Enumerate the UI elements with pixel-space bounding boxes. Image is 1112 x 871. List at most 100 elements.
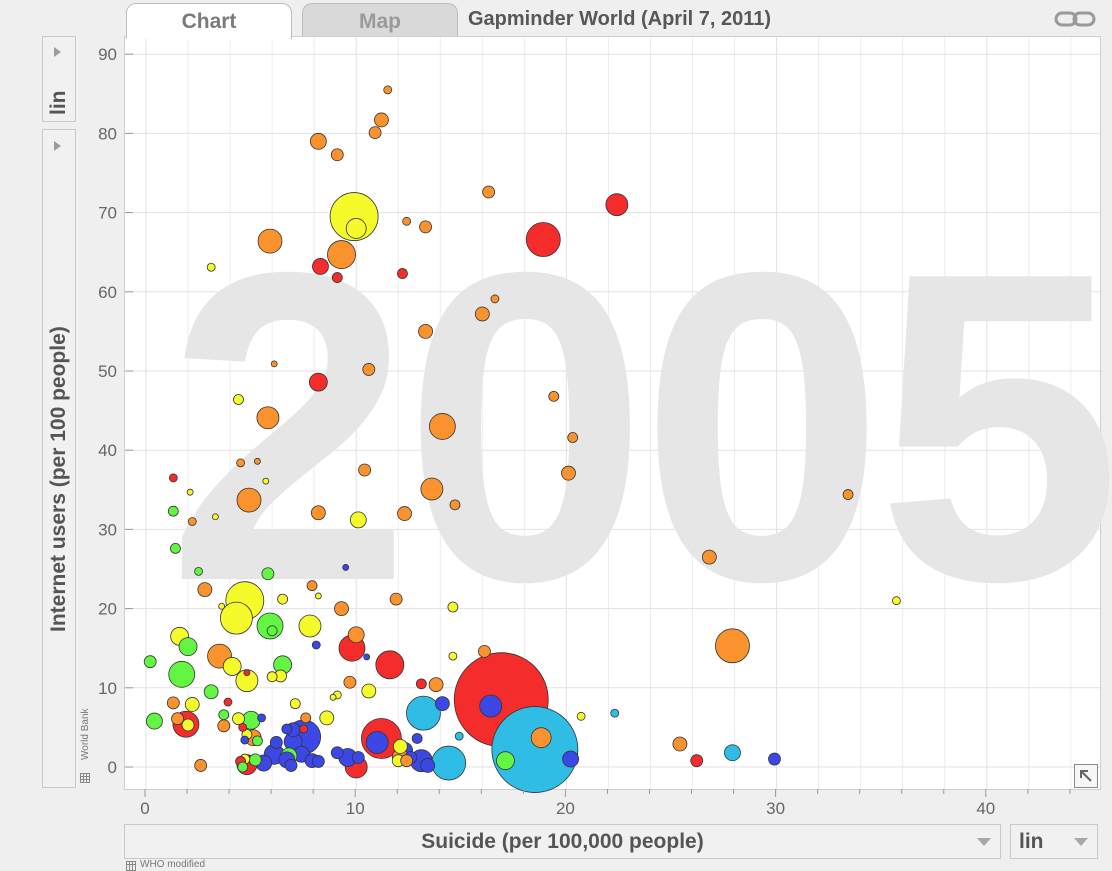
data-point (892, 596, 901, 606)
data-point (310, 505, 326, 521)
data-point (218, 709, 230, 721)
x-axis-indicator-box[interactable]: Suicide (per 100,000 people) (124, 824, 1001, 859)
y-tick-label: 80 (98, 124, 117, 143)
chevron-down-icon[interactable] (1074, 838, 1088, 846)
data-point (415, 678, 427, 690)
plot-area[interactable]: 2005 0 10 20 30 40 50 60 70 80 90 (98, 36, 1112, 793)
fullscreen-icon[interactable] (1074, 764, 1098, 788)
data-point (351, 751, 365, 764)
link-icon[interactable] (1054, 9, 1096, 29)
data-point (298, 614, 322, 638)
x-scale-select[interactable]: lin (1010, 824, 1098, 859)
data-point (428, 677, 444, 693)
tab-chart[interactable]: Chart (126, 3, 292, 39)
data-point (431, 745, 467, 781)
tab-map[interactable]: Map (302, 3, 458, 38)
data-point (248, 753, 262, 767)
y-tick-label: 30 (98, 520, 117, 539)
data-point (491, 706, 579, 793)
y-tick-label: 70 (98, 204, 117, 223)
data-point (186, 488, 194, 496)
data-point (281, 723, 293, 735)
data-point (411, 733, 423, 744)
y-tick-label: 60 (98, 283, 117, 302)
data-point (447, 601, 459, 613)
x-tick-label: 30 (766, 799, 785, 818)
x-tick-label: 0 (140, 799, 149, 818)
data-point (194, 759, 208, 772)
data-point (300, 712, 312, 724)
data-point (420, 758, 436, 773)
data-point (496, 751, 515, 771)
data-point (203, 684, 219, 700)
chevron-down-icon[interactable] (977, 838, 991, 846)
data-point (306, 580, 318, 592)
data-point (270, 360, 278, 368)
data-point (143, 655, 157, 669)
expand-arrow-icon[interactable] (54, 141, 61, 151)
data-point (690, 754, 704, 768)
data-point (490, 294, 500, 304)
data-point (362, 363, 376, 376)
y-axis-scale-box[interactable]: lin (42, 36, 76, 122)
y-scale-label[interactable]: lin (47, 91, 71, 116)
y-tick-label: 10 (98, 679, 117, 698)
data-point (269, 736, 283, 749)
y-source-label: World Bank (80, 708, 91, 760)
x-axis-ticks: 0 10 20 30 40 (140, 789, 1071, 818)
data-point (345, 218, 367, 239)
page-title: Gapminder World (April 7, 2011) (468, 8, 772, 30)
data-point (567, 432, 579, 443)
data-point (254, 457, 261, 465)
data-point (363, 653, 371, 661)
data-point (238, 723, 248, 732)
y-tick-label: 90 (98, 45, 117, 64)
x-axis-title[interactable]: Suicide (per 100,000 people) (125, 830, 1000, 854)
data-point (319, 710, 335, 726)
data-point (178, 637, 198, 657)
x-scale-label: lin (1019, 830, 1044, 853)
data-point (482, 185, 496, 199)
data-point (256, 406, 280, 430)
data-point (392, 739, 408, 754)
data-point (327, 240, 356, 269)
data-point (479, 694, 503, 718)
data-point (266, 625, 278, 637)
data-point (252, 735, 263, 747)
data-point (187, 517, 197, 526)
data-point (434, 696, 450, 712)
data-point (240, 735, 250, 745)
data-point (312, 258, 329, 275)
data-point (308, 372, 328, 392)
data-point (166, 696, 180, 710)
data-point (420, 477, 444, 501)
y-axis-title[interactable]: Internet users (per 100 people) (47, 326, 71, 632)
data-point (261, 567, 275, 581)
data-point (222, 657, 242, 676)
x-source-label: WHO modified (140, 859, 206, 870)
data-point (605, 193, 629, 217)
data-point (257, 228, 283, 254)
table-icon[interactable] (80, 773, 90, 783)
data-point (610, 708, 620, 718)
data-point (419, 220, 432, 234)
data-point (194, 566, 203, 576)
y-tick-label: 40 (98, 441, 117, 460)
data-point (233, 394, 244, 405)
data-point (168, 660, 196, 688)
data-point (400, 754, 414, 768)
data-point (724, 744, 741, 762)
x-tick-label: 10 (346, 799, 365, 818)
data-point (284, 759, 298, 772)
data-point (314, 592, 322, 600)
data-point (211, 513, 219, 521)
data-point (309, 132, 327, 150)
data-point (277, 593, 289, 605)
data-point (548, 390, 560, 402)
data-point (576, 711, 586, 721)
data-point (361, 683, 377, 699)
expand-arrow-icon[interactable] (54, 47, 61, 57)
data-point (266, 671, 278, 683)
data-point (330, 148, 344, 162)
data-point (262, 477, 270, 485)
